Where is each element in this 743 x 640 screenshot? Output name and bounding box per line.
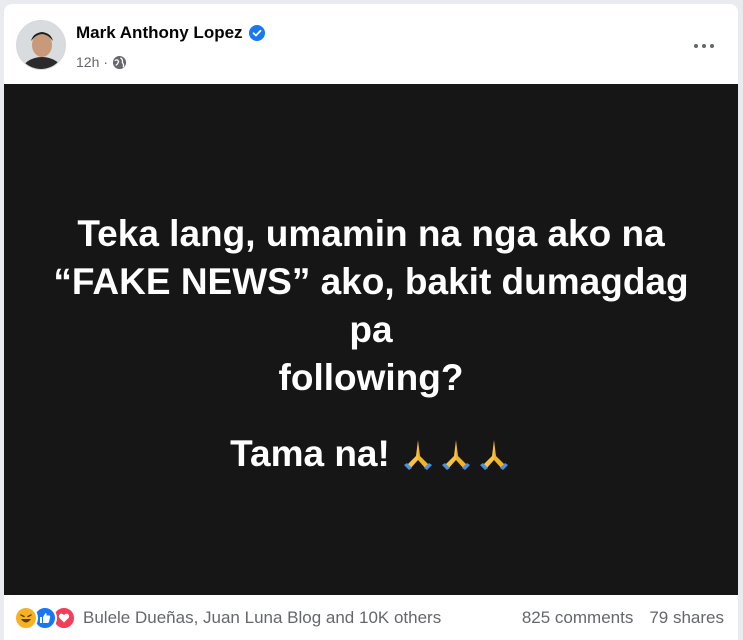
shares-count[interactable]: 79 shares [649, 608, 724, 628]
post-stats: 825 comments 79 shares [522, 608, 724, 628]
haha-reaction-icon [14, 605, 38, 630]
reaction-icons[interactable] [14, 605, 76, 630]
post-card: Mark Anthony Lopez 12h · Teka lang, umam… [4, 4, 738, 640]
post-text: Teka lang, umamin na nga ako na “FAKE NE… [53, 213, 689, 398]
more-dot-icon [694, 44, 698, 48]
author-name[interactable]: Mark Anthony Lopez [76, 23, 243, 43]
praying-hands-emojis [400, 436, 512, 472]
avatar[interactable] [16, 20, 66, 70]
more-dot-icon [702, 44, 706, 48]
comments-count[interactable]: 825 comments [522, 608, 634, 628]
praying-hands-icon [476, 436, 512, 472]
post-text-second: Tama na! [4, 430, 738, 478]
praying-hands-icon [400, 436, 436, 472]
globe-icon[interactable] [112, 55, 127, 70]
meta-separator: · [103, 54, 109, 70]
more-options-button[interactable] [686, 28, 722, 64]
post-time[interactable]: 12h [76, 54, 99, 70]
verified-badge-icon [248, 25, 265, 41]
post-footer: Bulele Dueñas, Juan Luna Blog and 10K ot… [4, 595, 738, 640]
post-text-tama: Tama na! [230, 433, 390, 474]
author-row: Mark Anthony Lopez [76, 23, 265, 43]
avatar-photo [17, 21, 65, 69]
reactors-summary[interactable]: Bulele Dueñas, Juan Luna Blog and 10K ot… [83, 608, 441, 628]
more-dot-icon [710, 44, 714, 48]
post-meta: 12h · [76, 54, 127, 70]
post-header: Mark Anthony Lopez 12h · [4, 4, 738, 84]
post-text-image[interactable]: Teka lang, umamin na nga ako na “FAKE NE… [4, 84, 738, 595]
praying-hands-icon [438, 436, 474, 472]
